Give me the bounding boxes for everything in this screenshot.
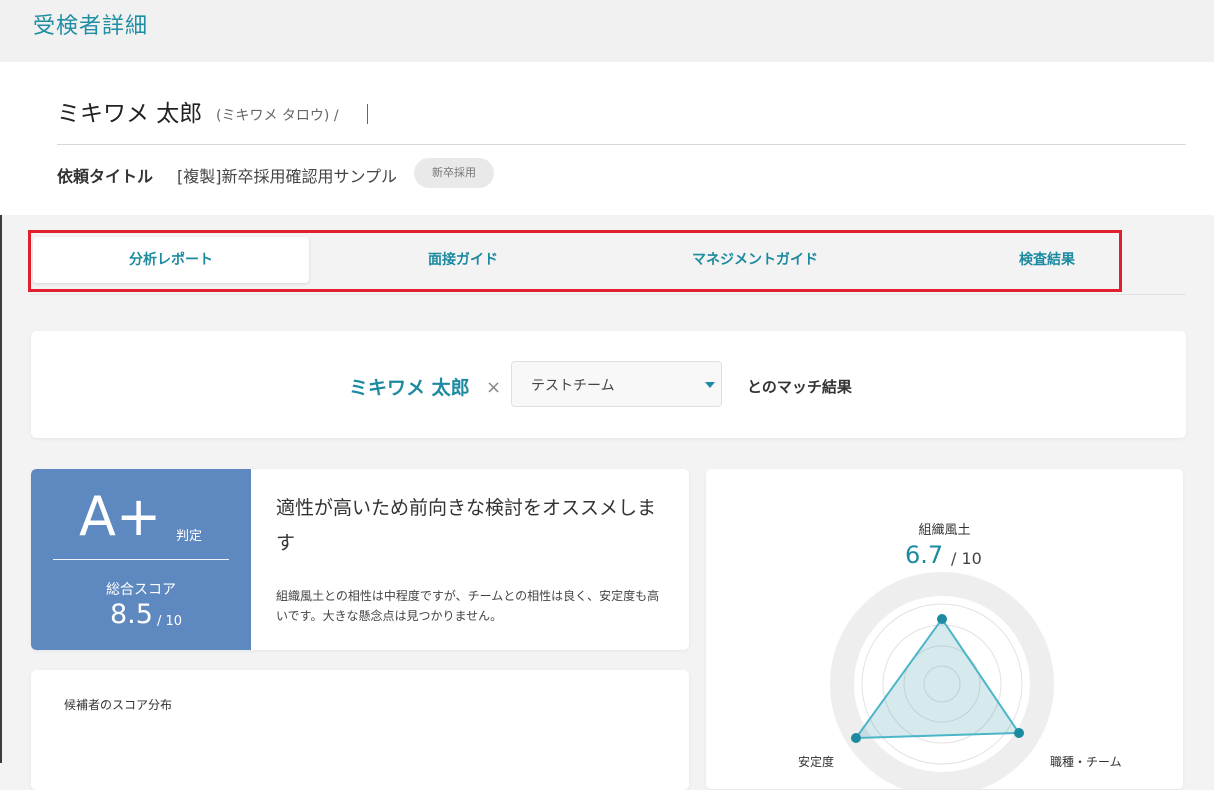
match-result-label: とのマッチ結果: [747, 378, 852, 396]
tabs-underline: [30, 294, 1186, 295]
request-title: [複製]新卒採用確認用サンプル: [177, 167, 398, 186]
team-select[interactable]: テストチーム: [511, 361, 722, 407]
caret-down-icon: [705, 382, 715, 388]
page-header: 受検者詳細: [0, 0, 1214, 62]
radar-card: 組織風土 6.7 / 10 安定度 職種・チーム: [706, 469, 1183, 789]
name-divider: [367, 104, 368, 124]
score-distribution-title: 候補者のスコア分布: [64, 698, 173, 712]
candidate-name: ミキワメ 太郎: [57, 101, 203, 127]
grade-label: 判定: [176, 529, 203, 544]
radar-point-top: [937, 614, 947, 624]
total-score-max: / 10: [157, 614, 183, 629]
match-card: ミキワメ 太郎 × テストチーム とのマッチ結果: [31, 331, 1186, 438]
radar-chart: [830, 572, 1054, 789]
request-label: 依頼タイトル: [57, 167, 154, 186]
total-score-label: 総合スコア: [106, 582, 176, 598]
tab-analysis-report[interactable]: 分析レポート: [33, 237, 309, 283]
grade-card: A+ 判定 総合スコア 8.5 / 10 適性が高いため前向きな検討をオススメし…: [31, 469, 689, 650]
grade-divider: [53, 559, 229, 560]
radar-shape: [853, 617, 1021, 740]
candidate-profile: ミキワメ 太郎 (ミキワメ タロウ) / 依頼タイトル [複製]新卒採用確認用サ…: [0, 62, 1214, 215]
radar-axis-label-team: 職種・チーム: [1050, 755, 1122, 769]
radar-axis-label-culture: 組織風土: [918, 523, 971, 538]
request-tag-badge: 新卒採用: [414, 158, 494, 188]
total-score-value: 8.5: [110, 599, 153, 630]
grade-letter: A+: [79, 485, 162, 548]
tab-management-guide[interactable]: マネジメントガイド: [609, 237, 901, 283]
radar-score-max: / 10: [951, 549, 982, 568]
radar-point-right: [1014, 728, 1024, 738]
match-candidate-name: ミキワメ 太郎: [349, 377, 470, 399]
verdict-title: 適性が高いため前向きな検討をオススメします: [276, 497, 657, 554]
match-times-sign: ×: [486, 377, 502, 398]
tab-interview-guide[interactable]: 面接ガイド: [317, 237, 609, 283]
grade-panel: A+ 判定 総合スコア 8.5 / 10: [31, 469, 251, 650]
profile-divider: [57, 144, 1186, 145]
verdict-body: 組織風土との相性は中程度ですが、チームとの相性は良く、安定度も高いです。大きな懸…: [276, 589, 660, 623]
score-distribution-card: 候補者のスコア分布: [31, 670, 689, 790]
candidate-kana: (ミキワメ タロウ) /: [216, 108, 339, 124]
radar-score-value: 6.7: [905, 541, 944, 569]
tab-test-results[interactable]: 検査結果: [901, 237, 1193, 283]
radar-axis-label-stability: 安定度: [798, 755, 835, 769]
team-select-value: テストチーム: [531, 378, 615, 394]
radar-point-left: [851, 733, 861, 743]
page-title: 受検者詳細: [33, 14, 149, 39]
